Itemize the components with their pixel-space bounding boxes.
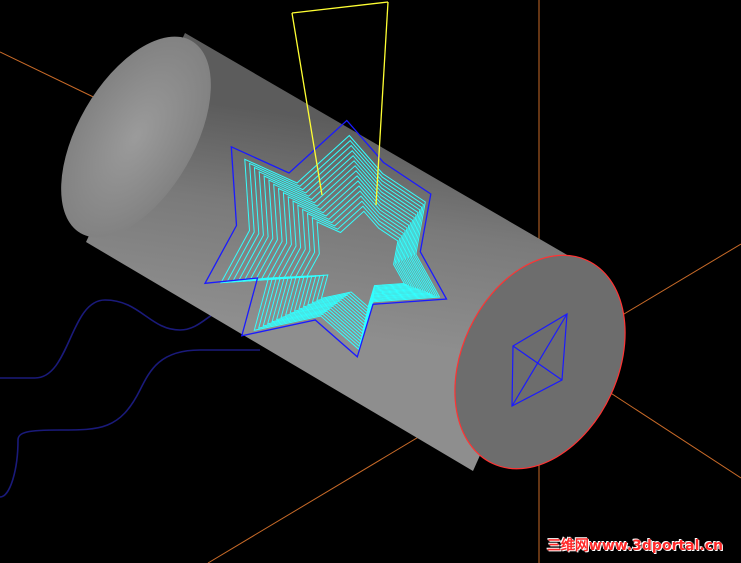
scene-canvas[interactable] (0, 0, 741, 563)
watermark-text: 三维网www.3dportal.cn (546, 538, 723, 554)
tool-edge-top (291, 1, 389, 14)
cylinder-stock[interactable] (30, 12, 658, 497)
3d-viewport[interactable]: 三维网www.3dportal.cn (0, 0, 741, 563)
guide-curve (0, 299, 260, 498)
